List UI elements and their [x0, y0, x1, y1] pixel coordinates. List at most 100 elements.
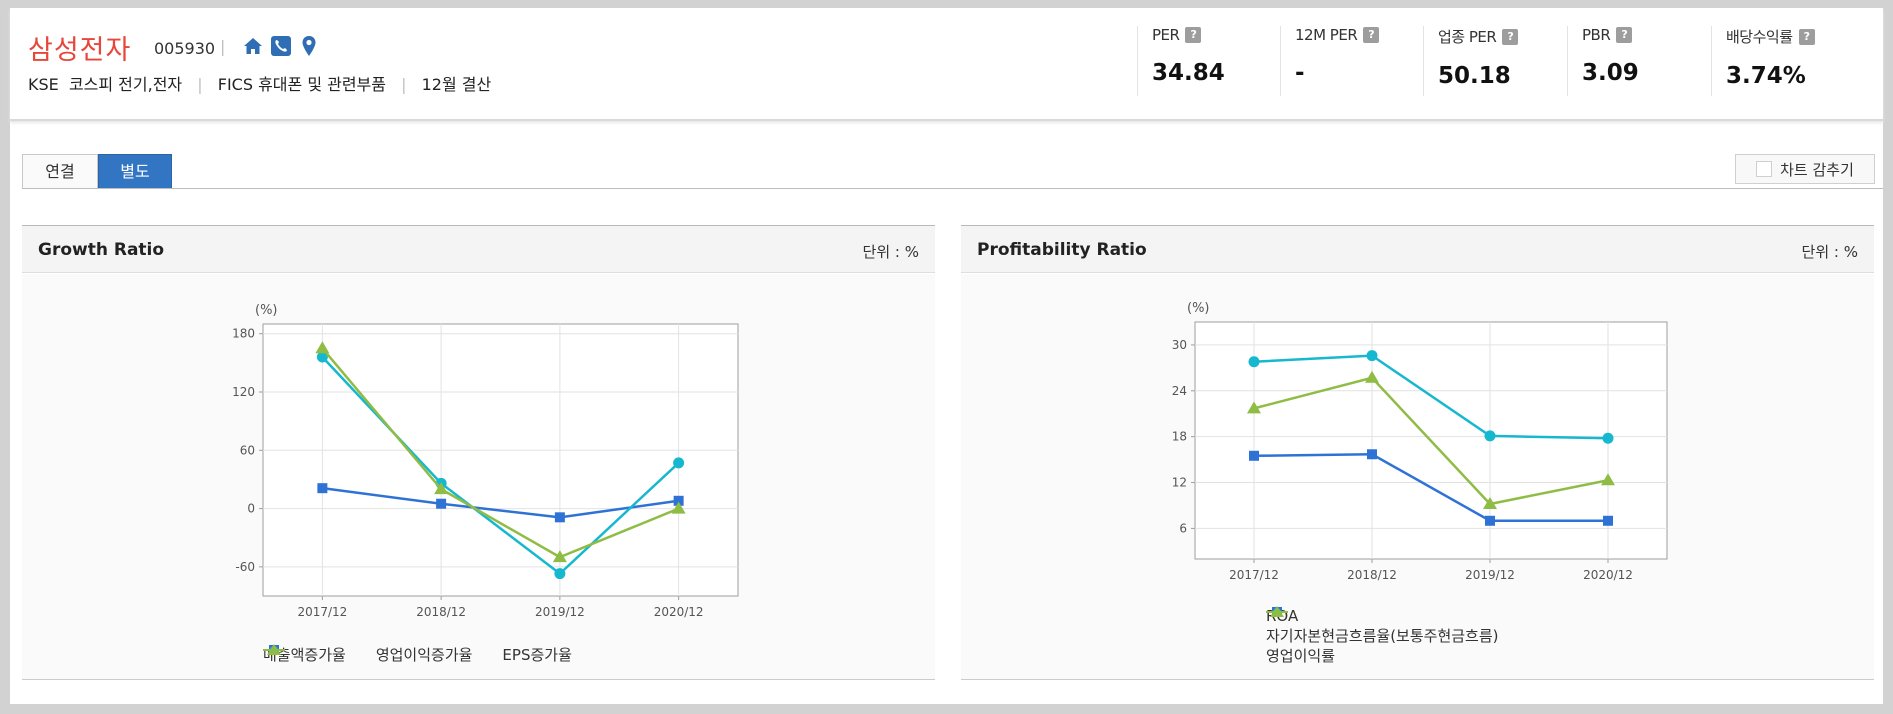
x-tick-label: 2017/12 [297, 605, 347, 619]
x-tick-label: 2018/12 [416, 605, 466, 619]
panel-unit: 단위 : % [1801, 243, 1858, 261]
y-tick-label: -60 [235, 560, 255, 574]
metric-per: PER? 34.84 [1137, 26, 1225, 96]
separator: | [220, 37, 226, 56]
data-point [554, 568, 566, 580]
y-tick-label: 6 [1179, 521, 1187, 535]
data-point [673, 457, 685, 469]
settlement-label: 12월 결산 [421, 75, 492, 94]
metric-industry-per: 업종 PER? 50.18 [1423, 26, 1519, 96]
location-pin-icon[interactable] [298, 35, 320, 57]
company-header: 삼성전자 005930 | KSE 코스피 전기,전자 | FICS 휴대폰 및… [10, 8, 1883, 121]
data-point [1603, 515, 1613, 526]
tab-consolidated[interactable]: 연결 [22, 154, 98, 189]
company-info-line: KSE 코스피 전기,전자 | FICS 휴대폰 및 관련부품 | 12월 결산 [28, 71, 491, 95]
data-point [1249, 450, 1259, 461]
panel-header: Profitability Ratio 단위 : % [961, 225, 1874, 273]
data-point [1485, 515, 1495, 526]
y-tick-label: 0 [247, 502, 255, 516]
metric-value: 50.18 [1438, 63, 1511, 89]
data-point [1484, 430, 1496, 442]
company-page: 삼성전자 005930 | KSE 코스피 전기,전자 | FICS 휴대폰 및… [10, 8, 1883, 704]
legend-label: 영업이익률 [1266, 647, 1336, 665]
growth-ratio-panel: Growth Ratio 단위 : % (%) -60 0 60 120 180 2017/… [22, 225, 935, 680]
plot-area [262, 323, 739, 597]
profitability-ratio-panel: Profitability Ratio 단위 : % (%) 6 12 18 24 30 2… [961, 225, 1874, 680]
x-tick-label: 2017/12 [1229, 568, 1279, 582]
metric-value: 34.84 [1152, 60, 1225, 86]
panel-title: Growth Ratio [38, 240, 165, 260]
triangle-legend-marker [1266, 606, 1288, 617]
legend-item[interactable]: ROA [1266, 606, 1499, 626]
separator: | [401, 75, 407, 94]
hide-chart-button[interactable]: 차트 감추기 [1735, 154, 1875, 184]
metric-pbr: PBR? 3.09 [1567, 26, 1639, 96]
unit-label: (%) [255, 303, 278, 318]
data-point [1366, 350, 1378, 362]
x-tick-label: 2019/12 [1465, 568, 1515, 582]
chart-legend: 매출액증가율 영업이익증가율 EPS증가율 [263, 644, 572, 665]
legend-item[interactable]: 자기자본현금흐름율(보통주현금흐름) [1266, 608, 1499, 646]
legend-item[interactable]: EPS증가율 [263, 644, 572, 665]
y-tick-label: 24 [1172, 384, 1187, 398]
metric-label: 배당수익률 [1726, 28, 1793, 46]
statement-tabs: 연결 별도 [22, 154, 172, 189]
legend-label: 영업이익증가율 [375, 646, 473, 664]
y-tick-label: 60 [240, 443, 255, 457]
data-point [436, 498, 447, 509]
hide-chart-label: 차트 감추기 [1780, 160, 1854, 179]
triangle-legend-marker [263, 644, 285, 655]
metric-12m-per: 12M PER? - [1280, 26, 1380, 96]
panel-body: (%) -60 0 60 120 180 2017/12 2018/12 2019/12 2020… [22, 274, 935, 679]
separator: | [197, 75, 203, 94]
help-icon[interactable]: ? [1502, 28, 1519, 45]
data-point [1248, 356, 1260, 368]
home-icon[interactable] [242, 35, 264, 57]
y-tick-label: 12 [1172, 476, 1187, 490]
help-icon[interactable]: ? [1363, 27, 1380, 43]
help-icon[interactable]: ? [1185, 27, 1202, 43]
tab-divider [22, 188, 1883, 189]
chart-legend: ROA 자기자본현금흐름율(보통주현금흐름) 영업이익률 [1266, 606, 1499, 666]
panel-unit: 단위 : % [862, 243, 919, 261]
help-icon[interactable]: ? [1616, 27, 1633, 43]
panel-header: Growth Ratio 단위 : % [22, 225, 935, 273]
data-point [317, 483, 328, 494]
checkbox-icon[interactable] [1756, 161, 1773, 177]
y-tick-label: 180 [232, 327, 255, 341]
metric-label: 업종 PER [1438, 28, 1497, 46]
y-tick-label: 120 [232, 385, 255, 399]
panel-body: (%) 6 12 18 24 30 2017/12 2018/12 2019/12 2020/12… [961, 274, 1874, 679]
help-icon[interactable]: ? [1798, 28, 1815, 45]
company-name: 삼성전자 [28, 35, 132, 66]
data-point [1367, 449, 1377, 460]
y-tick-label: 30 [1172, 338, 1187, 352]
growth-ratio-chart: (%) -60 0 60 120 180 2017/12 2018/12 2019/12 2020… [232, 303, 739, 619]
x-tick-label: 2019/12 [535, 605, 585, 619]
sector-label: 코스피 전기,전자 [68, 75, 183, 94]
data-point [1602, 432, 1614, 444]
metric-value: - [1295, 60, 1305, 86]
legend-label: EPS증가율 [502, 646, 572, 664]
metric-value: 3.09 [1582, 60, 1639, 86]
y-tick-label: 18 [1172, 430, 1187, 444]
metric-value: 3.74% [1726, 63, 1806, 89]
metric-label: 12M PER [1295, 26, 1358, 44]
metric-label: PER [1152, 26, 1180, 44]
x-tick-label: 2018/12 [1347, 568, 1397, 582]
unit-label: (%) [1187, 301, 1210, 316]
legend-label: 자기자본현금흐름율(보통주현금흐름) [1266, 627, 1499, 645]
tab-separate[interactable]: 별도 [98, 154, 172, 189]
legend-item[interactable]: 영업이익증가율 [263, 644, 473, 665]
phone-icon[interactable] [270, 35, 292, 57]
x-tick-label: 2020/12 [1583, 568, 1633, 582]
fics-label: FICS 휴대폰 및 관련부품 [217, 75, 387, 94]
legend-item[interactable]: 영업이익률 [1266, 606, 1499, 666]
metric-label: PBR [1582, 26, 1611, 44]
company-code: 005930 [154, 39, 216, 58]
company-icons [242, 35, 320, 57]
market-label: KSE [28, 75, 59, 94]
panel-title: Profitability Ratio [977, 240, 1147, 260]
x-tick-label: 2020/12 [654, 605, 704, 619]
data-point [554, 512, 565, 523]
